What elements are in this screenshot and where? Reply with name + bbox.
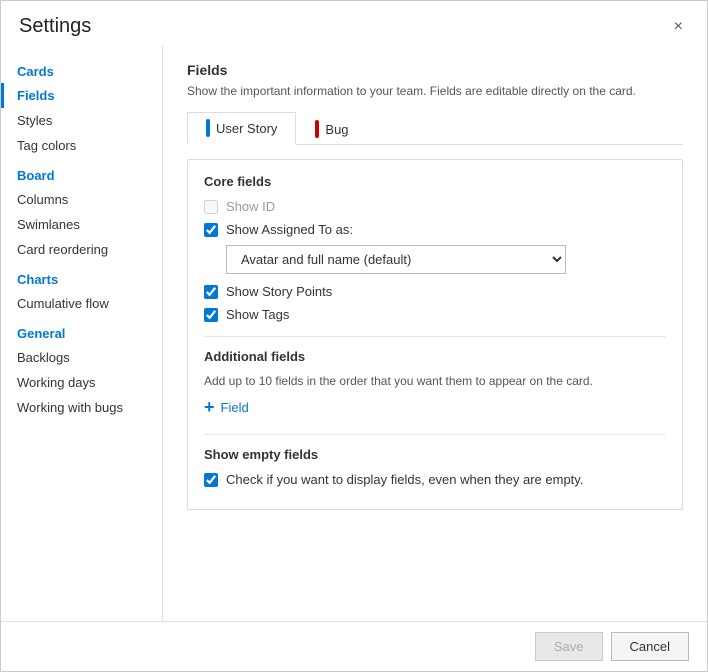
save-button[interactable]: Save — [535, 632, 603, 661]
dialog-title: Settings — [19, 15, 91, 38]
dialog-header: Settings × — [1, 1, 707, 46]
user-story-indicator — [206, 119, 210, 137]
sidebar-section-board[interactable]: Board — [1, 158, 162, 187]
dialog-footer: Save Cancel — [1, 621, 707, 671]
sidebar-item-card-reordering[interactable]: Card reordering — [1, 237, 162, 262]
tab-bug[interactable]: Bug — [296, 112, 367, 145]
bug-indicator — [315, 120, 319, 138]
sidebar-item-styles[interactable]: Styles — [1, 108, 162, 133]
tab-user-story-label: User Story — [216, 121, 277, 136]
assigned-dropdown-row: Avatar and full name (default) Avatar on… — [226, 245, 666, 274]
cancel-button[interactable]: Cancel — [611, 632, 689, 661]
show-story-points-checkbox[interactable] — [204, 285, 218, 299]
section-description: Show the important information to your t… — [187, 84, 683, 98]
show-id-checkbox[interactable] — [204, 200, 218, 214]
show-story-points-row: Show Story Points — [204, 284, 666, 299]
show-tags-label: Show Tags — [226, 307, 289, 322]
core-fields-title: Core fields — [204, 174, 666, 189]
show-assigned-checkbox[interactable] — [204, 223, 218, 237]
show-tags-checkbox[interactable] — [204, 308, 218, 322]
main-content: Fields Show the important information to… — [163, 46, 707, 621]
show-assigned-label: Show Assigned To as: — [226, 222, 353, 237]
sidebar-item-columns[interactable]: Columns — [1, 187, 162, 212]
sidebar-section-charts[interactable]: Charts — [1, 262, 162, 291]
tabs-container: User Story Bug — [187, 112, 683, 145]
sidebar-item-working-days[interactable]: Working days — [1, 370, 162, 395]
show-empty-row: Check if you want to display fields, eve… — [204, 472, 666, 487]
additional-fields-title: Additional fields — [204, 349, 666, 364]
sidebar-item-swimlanes[interactable]: Swimlanes — [1, 212, 162, 237]
sidebar-section-cards[interactable]: Cards — [1, 54, 162, 83]
sidebar-item-working-with-bugs[interactable]: Working with bugs — [1, 395, 162, 420]
sidebar-item-fields[interactable]: Fields — [1, 83, 162, 108]
show-tags-row: Show Tags — [204, 307, 666, 322]
close-button[interactable]: × — [668, 17, 689, 37]
show-id-row: Show ID — [204, 199, 666, 214]
show-story-points-label: Show Story Points — [226, 284, 332, 299]
show-empty-title: Show empty fields — [204, 447, 666, 462]
additional-fields-section: Additional fields Add up to 10 fields in… — [204, 336, 666, 420]
fields-box: Core fields Show ID Show Assigned To as:… — [187, 159, 683, 510]
show-empty-checkbox[interactable] — [204, 473, 218, 487]
settings-dialog: Settings × Cards Fields Styles Tag color… — [0, 0, 708, 672]
plus-icon: + — [204, 398, 215, 416]
sidebar-item-backlogs[interactable]: Backlogs — [1, 345, 162, 370]
tab-bug-label: Bug — [325, 122, 348, 137]
section-heading: Fields — [187, 62, 683, 78]
sidebar-item-cumulative-flow[interactable]: Cumulative flow — [1, 291, 162, 316]
show-id-label: Show ID — [226, 199, 275, 214]
add-field-label: Field — [221, 400, 249, 415]
show-empty-section: Show empty fields Check if you want to d… — [204, 434, 666, 487]
tab-user-story[interactable]: User Story — [187, 112, 296, 145]
additional-fields-desc: Add up to 10 fields in the order that yo… — [204, 374, 666, 388]
assigned-to-dropdown[interactable]: Avatar and full name (default) Avatar on… — [226, 245, 566, 274]
sidebar-item-tag-colors[interactable]: Tag colors — [1, 133, 162, 158]
show-empty-check-label: Check if you want to display fields, eve… — [226, 472, 583, 487]
sidebar-section-general[interactable]: General — [1, 316, 162, 345]
show-assigned-row: Show Assigned To as: — [204, 222, 666, 237]
sidebar: Cards Fields Styles Tag colors Board Col… — [1, 46, 163, 621]
dialog-body: Cards Fields Styles Tag colors Board Col… — [1, 46, 707, 621]
add-field-button[interactable]: + Field — [204, 394, 249, 420]
